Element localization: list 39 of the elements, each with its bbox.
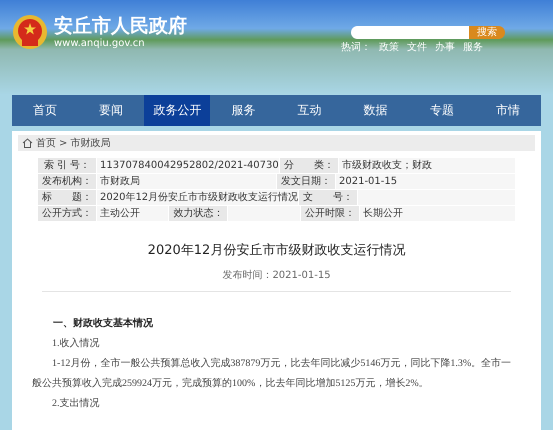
breadcrumb-separator: >: [59, 138, 68, 148]
field-value: 113707840042952802/2021-40730: [97, 158, 279, 173]
field-label: 分 类：: [280, 158, 338, 173]
field-value: 2021-01-15: [336, 174, 515, 189]
field-value: 市级财政收支；财政: [338, 158, 515, 173]
field-label: 索 引 号：: [38, 158, 96, 173]
hot-words-label: 热词：: [341, 41, 371, 54]
nav-tab[interactable]: 专题: [408, 95, 475, 126]
nav-tab[interactable]: 服务: [210, 95, 276, 126]
field-value: 2020年12月份安丘市市级财政收支运行情况: [97, 190, 298, 205]
breadcrumb-link[interactable]: 首页: [36, 136, 56, 150]
field-label: 发文日期：: [277, 174, 335, 189]
nav-tab[interactable]: 要闻: [78, 95, 144, 126]
nav-tab[interactable]: 互动: [276, 95, 343, 126]
nav-tab[interactable]: 政务公开: [144, 95, 210, 126]
nav-tab[interactable]: 数据: [342, 95, 409, 126]
field-label: 标 题：: [38, 190, 96, 205]
field-value: 主动公开: [97, 206, 168, 221]
nav-tab[interactable]: 市情: [474, 95, 541, 126]
subsection-heading: 1.收入情况: [51, 336, 100, 351]
article-paragraph: 1-12月份，全市一般公共预算总收入完成387879万元，比去年同比减少5146万元，同比下降1.3%。全市一般公共预算收入完成259924万元，完成预算的100%，比去年同比增加5125万元，增长2%。: [32, 356, 512, 391]
subsection-heading: 2.支出情况: [51, 396, 100, 411]
emblem-icon: [12, 14, 48, 50]
field-value: 长期公开: [360, 206, 516, 221]
breadcrumb-link[interactable]: 市财政局: [70, 136, 110, 150]
site-url: www.anqiu.gov.cn: [54, 38, 146, 50]
field-label: 效力状态：: [169, 206, 228, 221]
site-name: 安丘市人民政府: [54, 14, 187, 38]
publish-time: 发布时间：2021-01-15: [221, 268, 332, 282]
field-label: 发布机构：: [38, 174, 96, 189]
field-label: 公开时限：: [300, 206, 359, 221]
search-field[interactable]: [351, 26, 469, 39]
home-icon: [22, 138, 33, 148]
field-label: 公开方式：: [38, 206, 96, 221]
article-title: 2020年12月份安丘市市级财政收支运行情况: [146, 242, 406, 259]
nav-tab[interactable]: 首页: [12, 95, 78, 126]
section-heading: 一、财政收支基本情况: [52, 316, 154, 331]
field-value: 市财政局: [97, 174, 276, 189]
field-label: 文 号：: [299, 190, 358, 205]
